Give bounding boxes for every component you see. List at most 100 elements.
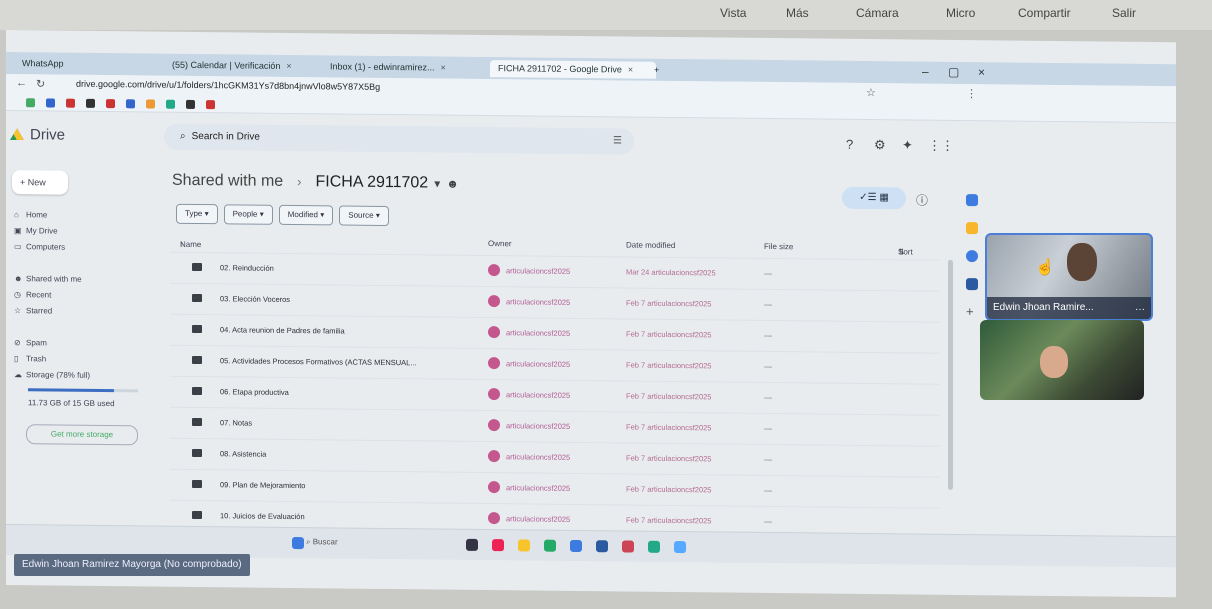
folder-icon — [192, 262, 202, 272]
info-icon[interactable]: ⓘ — [916, 192, 928, 209]
folder-icon — [192, 386, 202, 396]
filter-modified[interactable]: Modified ▾ — [278, 204, 334, 226]
tasks-icon[interactable] — [966, 250, 978, 263]
grid-view-icon[interactable]: ▦ — [879, 192, 888, 203]
bookmark-icon[interactable] — [86, 98, 95, 108]
sidebar-item-trash[interactable]: ▯ Trash — [14, 354, 46, 363]
app-icon[interactable] — [648, 540, 660, 553]
trash-icon: ▯ — [14, 354, 19, 364]
taskview-icon[interactable] — [466, 538, 478, 551]
drive-icon: ▣ — [14, 226, 22, 236]
maximize-icon[interactable]: ▢ — [948, 65, 959, 79]
keep-icon[interactable] — [966, 222, 978, 235]
people-icon[interactable]: ☻ — [446, 177, 459, 191]
sidebar-item-shared[interactable]: ☻ Shared with me — [14, 274, 82, 284]
gear-icon[interactable]: ⚙ — [874, 137, 886, 153]
get-storage-button[interactable]: Get more storage — [26, 424, 138, 446]
bookmark-icon[interactable] — [46, 98, 55, 108]
new-tab-button[interactable]: + — [646, 62, 667, 79]
back-icon[interactable]: ← — [16, 77, 27, 89]
chevron-right-icon: › — [297, 174, 302, 190]
chrome-icon[interactable] — [544, 539, 556, 552]
avatar — [488, 481, 500, 494]
help-icon[interactable]: ? — [846, 137, 853, 152]
participant-video — [1067, 243, 1097, 281]
bookmark-icon[interactable] — [166, 99, 175, 109]
close-icon[interactable]: × — [628, 65, 633, 75]
drive-logo[interactable]: Drive — [10, 126, 65, 144]
storage-bar — [28, 388, 138, 393]
sidebar-item-computers[interactable]: ▭ Computers — [14, 242, 65, 252]
participant-video — [1040, 346, 1068, 378]
view-menu[interactable]: Vista — [720, 6, 746, 20]
new-button[interactable]: + New — [12, 170, 68, 195]
avatar — [488, 450, 500, 463]
sidebar-item-home[interactable]: ⌂ Home — [14, 210, 47, 219]
bookmark-icon[interactable] — [146, 99, 155, 109]
more-menu[interactable]: Más — [786, 6, 809, 20]
contacts-icon[interactable] — [966, 278, 978, 291]
sidebar-item-recent[interactable]: ◷ Recent — [14, 290, 51, 299]
menu-dots-icon[interactable]: ⋮ — [966, 87, 977, 100]
col-modified[interactable]: Date modified — [626, 240, 675, 250]
more-options-icon[interactable]: ··· — [1135, 304, 1145, 315]
col-size[interactable]: File size — [764, 242, 793, 251]
camera-button[interactable]: Cámara — [856, 6, 899, 20]
exit-button[interactable]: Salir — [1112, 6, 1136, 20]
bookmark-icon[interactable] — [26, 98, 35, 108]
view-toggle[interactable]: ✓☰ ▦ — [842, 186, 906, 210]
tab-inbox[interactable]: Inbox (1) - edwinramirez... × — [322, 58, 498, 77]
scrollbar[interactable] — [948, 259, 953, 490]
gemini-icon[interactable]: ✦ — [902, 137, 913, 153]
mic-button[interactable]: Micro — [946, 6, 975, 20]
chevron-down-icon[interactable]: ▾ — [434, 176, 440, 190]
taskbar-search[interactable]: ⌕ Buscar — [306, 537, 338, 547]
url-input[interactable]: drive.google.com/drive/u/1/folders/1hcGK… — [76, 79, 380, 92]
word-icon[interactable] — [596, 540, 608, 553]
search-options-icon[interactable]: ☰ — [613, 128, 622, 154]
app-icon[interactable] — [492, 539, 504, 552]
search-icon: ⌕ — [180, 130, 186, 142]
folder-icon — [192, 355, 202, 365]
edge-icon[interactable] — [570, 539, 582, 553]
filter-people[interactable]: People ▾ — [223, 204, 273, 225]
bookmark-icon[interactable] — [126, 99, 135, 109]
app-icon[interactable] — [622, 540, 634, 553]
folder-icon[interactable] — [518, 539, 530, 552]
bookmark-icon[interactable] — [186, 99, 195, 109]
sidebar-item-starred[interactable]: ☆ Starred — [14, 306, 52, 315]
breadcrumb-current[interactable]: FICHA 2911702 — [316, 173, 429, 191]
tab-calendar[interactable]: (55) Calendar | Verificación × — [164, 57, 330, 76]
drive-sidebar: + New ⌂ Home ▣ My Drive ▭ Computers ☻ Shared… — [6, 166, 156, 446]
folder-icon — [192, 510, 202, 520]
close-icon[interactable]: × — [441, 63, 446, 73]
col-owner[interactable]: Owner — [488, 239, 512, 248]
avatar — [488, 388, 500, 401]
plus-icon[interactable]: + — [966, 304, 978, 319]
star-icon[interactable]: ☆ — [866, 86, 876, 99]
close-window-icon[interactable]: × — [978, 65, 985, 79]
bookmark-icon[interactable] — [206, 100, 215, 110]
start-icon[interactable] — [292, 536, 304, 550]
breadcrumb-parent[interactable]: Shared with me — [172, 172, 283, 190]
tab-whatsapp[interactable]: WhatsApp — [14, 55, 170, 74]
participant-tile[interactable]: ☝ Edwin Jhoan Ramire... ··· — [985, 233, 1153, 321]
sidebar-item-spam[interactable]: ⊘ Spam — [14, 338, 47, 347]
list-view-icon[interactable]: ✓☰ — [859, 192, 876, 203]
drive-search-input[interactable]: ⌕ Search in Drive ☰ — [164, 123, 634, 155]
reload-icon[interactable]: ↻ — [36, 77, 45, 90]
calendar-icon[interactable] — [966, 194, 978, 207]
bookmark-icon[interactable] — [66, 98, 75, 108]
bookmark-icon[interactable] — [106, 99, 115, 109]
apps-grid-icon[interactable]: ⋮⋮ — [928, 138, 954, 154]
sidebar-item-my-drive[interactable]: ▣ My Drive — [14, 226, 58, 235]
share-button[interactable]: Compartir — [1018, 6, 1071, 20]
close-icon[interactable]: × — [286, 61, 291, 71]
filter-source[interactable]: Source ▾ — [339, 205, 389, 227]
minimize-icon[interactable]: – — [922, 65, 929, 79]
participant-tile[interactable] — [980, 320, 1144, 400]
filter-type[interactable]: Type ▾ — [176, 203, 218, 225]
sidebar-item-storage[interactable]: ☁ Storage (78% full) — [14, 370, 90, 380]
app-icon[interactable] — [674, 540, 686, 554]
tab-drive[interactable]: FICHA 2911702 - Google Drive × — [490, 60, 656, 79]
